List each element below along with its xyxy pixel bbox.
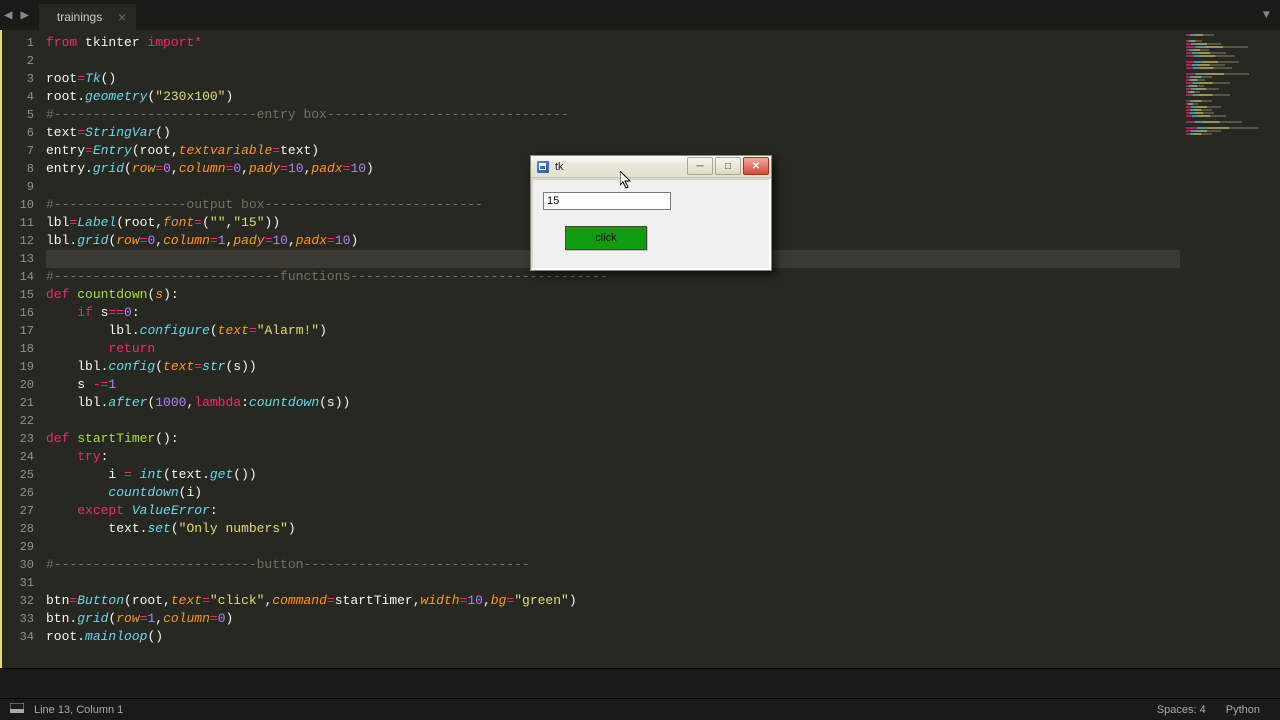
- nav-forward-icon[interactable]: ▶: [16, 7, 32, 24]
- line-gutter: 1234567891011121314151617181920212223242…: [2, 30, 46, 668]
- editor-area: 1234567891011121314151617181920212223242…: [0, 30, 1280, 668]
- tab-close-icon[interactable]: ×: [118, 9, 126, 25]
- code-content[interactable]: from tkinter import*root=Tk()root.geomet…: [46, 30, 1180, 668]
- tab-bar: ◀ ▶ trainings × ▼: [0, 0, 1280, 30]
- status-spaces[interactable]: Spaces: 4: [1147, 704, 1216, 716]
- tk-title: tk: [555, 161, 564, 173]
- tk-window: tk ─ □ ✕ click: [530, 155, 772, 271]
- tab-label: trainings: [57, 10, 102, 24]
- close-button[interactable]: ✕: [743, 157, 769, 175]
- status-syntax[interactable]: Python: [1216, 704, 1270, 716]
- status-bar: Line 13, Column 1 Spaces: 4 Python: [0, 698, 1280, 720]
- minimap[interactable]: [1180, 30, 1280, 668]
- maximize-button[interactable]: □: [715, 157, 741, 175]
- nav-back-icon[interactable]: ◀: [0, 7, 16, 24]
- tk-body: click: [531, 178, 771, 270]
- menu-chevron-icon[interactable]: ▼: [1263, 8, 1270, 22]
- timer-entry-input[interactable]: [543, 192, 671, 210]
- tk-app-icon: [537, 161, 549, 173]
- status-position[interactable]: Line 13, Column 1: [24, 704, 133, 716]
- minimize-button[interactable]: ─: [687, 157, 713, 175]
- tk-titlebar[interactable]: tk ─ □ ✕: [531, 156, 771, 178]
- panel-toggle-icon[interactable]: [10, 703, 24, 716]
- console-panel[interactable]: [0, 668, 1280, 698]
- tab-trainings[interactable]: trainings ×: [39, 4, 136, 30]
- click-button[interactable]: click: [565, 226, 647, 250]
